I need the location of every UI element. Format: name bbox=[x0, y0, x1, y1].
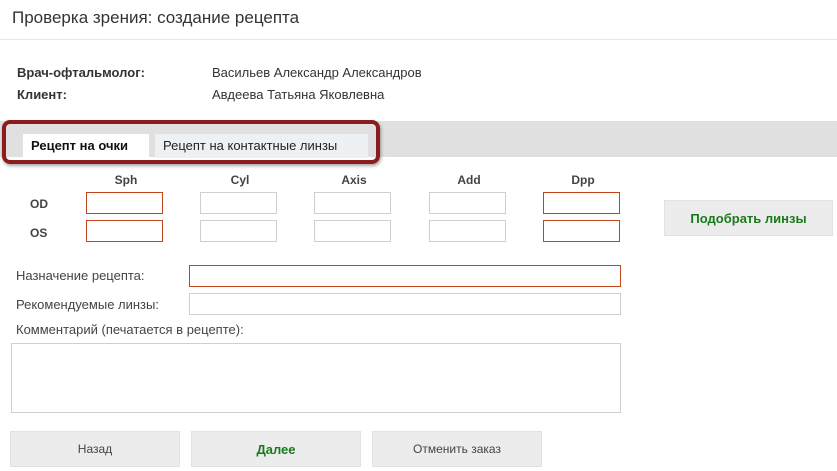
purpose-input[interactable] bbox=[189, 265, 621, 287]
next-button[interactable]: Далее bbox=[191, 431, 361, 467]
row-label-od: OD bbox=[30, 197, 48, 211]
column-header-cyl: Cyl bbox=[230, 173, 250, 187]
doctor-label: Врач-офтальмолог: bbox=[17, 65, 145, 80]
recommended-lenses-input[interactable] bbox=[189, 293, 621, 315]
os-dpp-input[interactable] bbox=[543, 220, 620, 242]
od-dpp-input[interactable] bbox=[543, 192, 620, 214]
page-title: Проверка зрения: создание рецепта bbox=[12, 8, 300, 27]
tab-strip: Рецепт на очки Рецепт на контактные линз… bbox=[0, 121, 837, 158]
pick-lenses-button[interactable]: Подобрать линзы bbox=[664, 200, 833, 236]
tab-contact-lens-prescription[interactable]: Рецепт на контактные линзы bbox=[155, 134, 368, 158]
od-sph-input[interactable] bbox=[86, 192, 163, 214]
row-label-os: OS bbox=[30, 226, 48, 240]
title-bar: Проверка зрения: создание рецепта bbox=[0, 0, 837, 40]
od-add-input[interactable] bbox=[429, 192, 506, 214]
client-value: Авдеева Татьяна Яковлевна bbox=[212, 87, 385, 102]
column-header-sph: Sph bbox=[114, 173, 138, 187]
os-add-input[interactable] bbox=[429, 220, 506, 242]
recommended-lenses-label: Рекомендуемые линзы: bbox=[16, 297, 159, 312]
column-header-axis: Axis bbox=[341, 173, 367, 187]
column-header-dpp: Dpp bbox=[571, 173, 595, 187]
client-label: Клиент: bbox=[17, 87, 67, 102]
os-axis-input[interactable] bbox=[314, 220, 391, 242]
back-button[interactable]: Назад bbox=[10, 431, 180, 467]
od-axis-input[interactable] bbox=[314, 192, 391, 214]
comment-label: Комментарий (печатается в рецепте): bbox=[16, 322, 244, 337]
cancel-order-button[interactable]: Отменить заказ bbox=[372, 431, 542, 467]
os-cyl-input[interactable] bbox=[200, 220, 277, 242]
od-cyl-input[interactable] bbox=[200, 192, 277, 214]
doctor-value: Васильев Александр Александров bbox=[212, 65, 422, 80]
purpose-label: Назначение рецепта: bbox=[16, 268, 145, 283]
tab-glasses-prescription[interactable]: Рецепт на очки bbox=[23, 134, 149, 158]
comment-textarea[interactable] bbox=[11, 343, 621, 413]
os-sph-input[interactable] bbox=[86, 220, 163, 242]
column-header-add: Add bbox=[457, 173, 481, 187]
